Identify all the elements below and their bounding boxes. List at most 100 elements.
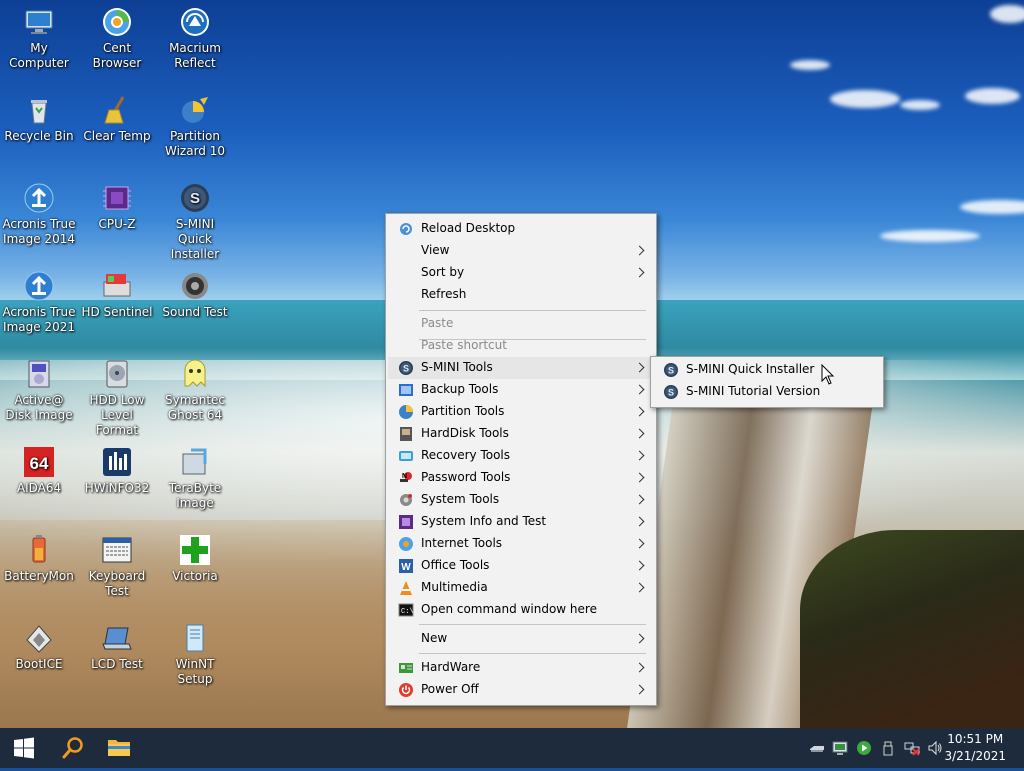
s-mini-icon: S — [398, 360, 414, 376]
menu-item-new[interactable]: New — [388, 628, 654, 650]
desktop-icon-cpu-z[interactable]: CPU-Z — [78, 176, 156, 232]
desktop-icon-acronis-true-image-2021[interactable]: Acronis True Image 2021 — [0, 264, 78, 335]
desktop-icon-hwinfo32[interactable]: HWiNFO32 — [78, 440, 156, 496]
desktop-icon-label: My Computer — [9, 41, 69, 70]
svg-text:64: 64 — [30, 454, 49, 473]
desktop-icon-s-mini-quick-installer[interactable]: S S-MINI Quick Installer — [156, 176, 234, 262]
desktop-icon-terabyte-image[interactable]: TeraByte Image — [156, 440, 234, 511]
desktop-icon-hdd-low-level-format[interactable]: HDD Low Level Format — [78, 352, 156, 438]
menu-item-power-off[interactable]: Power Off — [388, 679, 654, 701]
desktop-icon-label: HD Sentinel — [81, 305, 153, 319]
menu-item-sort-by[interactable]: Sort by — [388, 262, 654, 284]
menu-item-backup-tools[interactable]: Backup Tools — [388, 379, 654, 401]
drive-icon[interactable] — [809, 740, 825, 756]
hwinfo-icon — [101, 446, 133, 478]
desktop-icon-partition-wizard-10[interactable]: Partition Wizard 10 — [156, 88, 234, 159]
desktop-icon-hd-sentinel[interactable]: HD Sentinel — [78, 264, 156, 320]
menu-item-partition-tools[interactable]: Partition Tools — [388, 401, 654, 423]
disk-image-icon — [23, 358, 55, 390]
volume-icon[interactable] — [927, 740, 943, 756]
desktop-icon-label: Macrium Reflect — [169, 41, 221, 70]
menu-item-system-info-and-test[interactable]: System Info and Test — [388, 511, 654, 533]
chevron-right-icon — [634, 245, 645, 256]
menu-item-label: Office Tools — [421, 558, 490, 572]
menu-item-open-command-window-here[interactable]: C:\ Open command window here — [388, 599, 654, 621]
desktop-icon-label: Sound Test — [162, 305, 228, 319]
menu-item-s-mini-tools[interactable]: S S-MINI Tools — [388, 357, 654, 379]
desktop-icon-label: BatteryMon — [4, 569, 74, 583]
menu-item-multimedia[interactable]: Multimedia — [388, 577, 654, 599]
svg-text:S: S — [668, 366, 674, 376]
menu-separator — [419, 624, 646, 625]
menu-separator — [419, 339, 646, 340]
menu-item-harddisk-tools[interactable]: HardDisk Tools — [388, 423, 654, 445]
desktop-icon-label: BootICE — [15, 657, 63, 671]
desktop-icon-bootice[interactable]: BootICE — [0, 616, 78, 672]
search-button[interactable] — [48, 728, 96, 768]
submenu-item-s-mini-quick-installer[interactable]: S S-MINI Quick Installer — [653, 359, 881, 381]
hardware-icon — [398, 660, 414, 676]
usb-eject-icon[interactable] — [880, 740, 896, 756]
chevron-right-icon — [634, 662, 645, 673]
chevron-right-icon — [634, 267, 645, 278]
chevron-right-icon — [634, 384, 645, 395]
menu-item-password-tools[interactable]: N Password Tools — [388, 467, 654, 489]
menu-separator — [419, 653, 646, 654]
menu-item-reload-desktop[interactable]: Reload Desktop — [388, 218, 654, 240]
desktop-icon-lcd-test[interactable]: LCD Test — [78, 616, 156, 672]
desktop-icon-aida64[interactable]: 64 AIDA64 — [0, 440, 78, 496]
chevron-right-icon — [634, 362, 645, 373]
menu-item-hardware[interactable]: HardWare — [388, 657, 654, 679]
windows-start-icon — [14, 737, 34, 759]
menu-item-paste[interactable]: Paste — [388, 313, 654, 335]
desktop-icon-batterymon[interactable]: BatteryMon — [0, 528, 78, 584]
start-button[interactable] — [0, 728, 48, 768]
chevron-right-icon — [634, 684, 645, 695]
desktop-icon-label: Active@ Disk Image — [5, 393, 73, 422]
menu-item-label: Backup Tools — [421, 382, 499, 396]
chevron-right-icon — [634, 450, 645, 461]
svg-text:W: W — [401, 562, 411, 573]
cloud — [960, 200, 1024, 214]
file-explorer-button[interactable] — [96, 728, 144, 768]
menu-item-recovery-tools[interactable]: Recovery Tools — [388, 445, 654, 467]
desktop-icon-acronis-true-image-2014[interactable]: Acronis True Image 2014 — [0, 176, 78, 247]
desktop-icon-my-computer[interactable]: My Computer — [0, 0, 78, 71]
menu-item-view[interactable]: View — [388, 240, 654, 262]
desktop-icon-label: Symantec Ghost 64 — [164, 393, 226, 422]
backup-icon — [398, 382, 414, 398]
desktop-icon-recycle-bin[interactable]: Recycle Bin — [0, 88, 78, 144]
network-icon[interactable] — [904, 740, 920, 756]
desktop-icon-active-disk-image[interactable]: Active@ Disk Image — [0, 352, 78, 423]
menu-item-refresh[interactable]: Refresh — [388, 284, 654, 306]
password-icon: N — [398, 470, 414, 486]
play-icon[interactable] — [856, 740, 872, 756]
desktop-icon-symantec-ghost-64[interactable]: Symantec Ghost 64 — [156, 352, 234, 423]
s-mini-icon: S — [663, 362, 679, 378]
cloud — [830, 90, 900, 108]
monitor-tray-icon[interactable] — [832, 740, 848, 756]
taskbar-clock[interactable]: 10:51 PM 3/21/2021 — [944, 731, 1006, 765]
menu-item-system-tools[interactable]: System Tools — [388, 489, 654, 511]
submenu-item-s-mini-tutorial-version[interactable]: S S-MINI Tutorial Version — [653, 381, 881, 403]
taskbar: 10:51 PM 3/21/2021 — [0, 728, 1024, 768]
desktop-context-menu: Reload Desktop View Sort by Refresh Paste Pas… — [385, 213, 657, 706]
desktop-icon-winnt-setup[interactable]: WinNT Setup — [156, 616, 234, 687]
desktop-icon-sound-test[interactable]: Sound Test — [156, 264, 234, 320]
menu-item-label: System Info and Test — [421, 514, 547, 528]
desktop-icon-keyboard-test[interactable]: Keyboard Test — [78, 528, 156, 599]
menu-item-office-tools[interactable]: W Office Tools — [388, 555, 654, 577]
clock-time: 10:51 PM — [947, 732, 1004, 746]
browser-icon — [101, 6, 133, 38]
menu-item-internet-tools[interactable]: Internet Tools — [388, 533, 654, 555]
menu-item-label: Sort by — [421, 265, 465, 279]
desktop-icon-clear-temp[interactable]: Clear Temp — [78, 88, 156, 144]
desktop-icon-label: Clear Temp — [83, 129, 151, 143]
desktop-icon-label: S-MINI Quick Installer — [170, 217, 220, 261]
desktop-icon-cent-browser[interactable]: Cent Browser — [78, 0, 156, 71]
desktop-icon-macrium-reflect[interactable]: Macrium Reflect — [156, 0, 234, 71]
desktop-icon-label: HWiNFO32 — [84, 481, 150, 495]
desktop-icon-victoria[interactable]: Victoria — [156, 528, 234, 584]
search-icon — [62, 737, 83, 759]
menu-item-label: Open command window here — [421, 602, 597, 616]
